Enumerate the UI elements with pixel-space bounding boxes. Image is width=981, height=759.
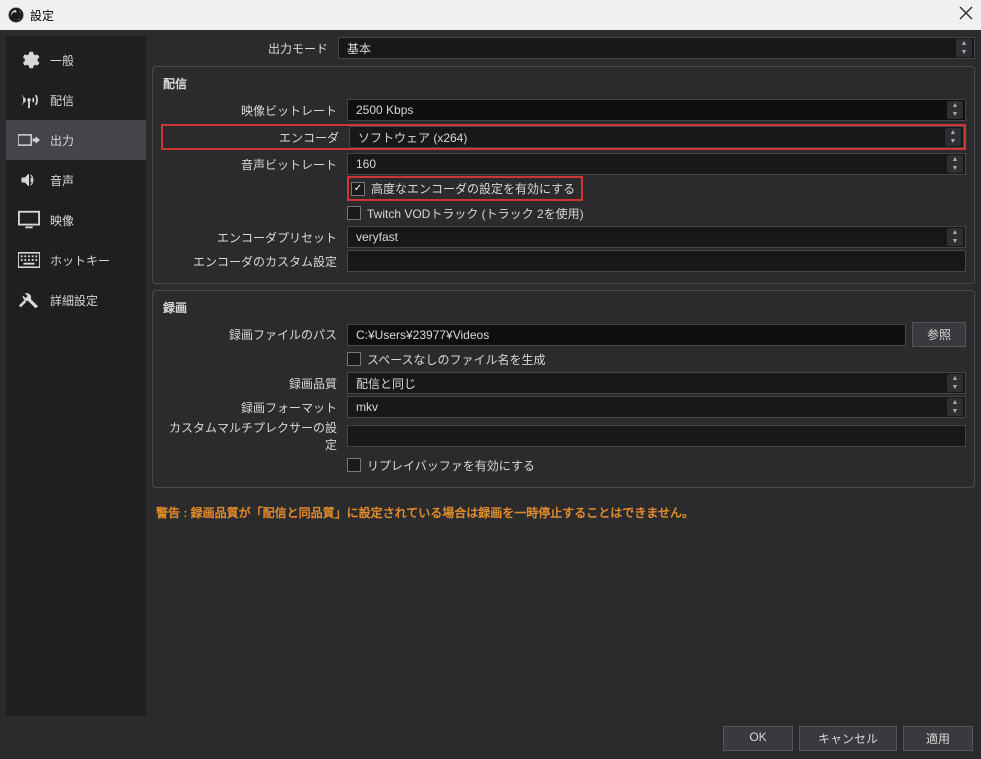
obs-logo-icon xyxy=(8,7,24,23)
browse-button[interactable]: 参照 xyxy=(912,322,966,347)
cancel-button[interactable]: キャンセル xyxy=(799,726,897,751)
sidebar-item-audio[interactable]: 音声 xyxy=(6,160,146,200)
gear-icon xyxy=(18,50,40,70)
chevron-down-icon: ▼ xyxy=(956,48,972,57)
sidebar-item-label: ホットキー xyxy=(50,252,110,269)
adv-encoder-checkbox[interactable]: 高度なエンコーダの設定を有効にする xyxy=(347,176,583,201)
checkbox-icon xyxy=(347,206,361,220)
sidebar-item-label: 配信 xyxy=(50,92,74,109)
muxer-input[interactable] xyxy=(347,425,966,447)
rec-quality-select[interactable]: 配信と同じ ▲▼ xyxy=(347,372,966,394)
rec-format-label: 録画フォーマット xyxy=(161,399,347,416)
encoder-preset-label: エンコーダプリセット xyxy=(161,229,347,246)
chevron-down-icon: ▼ xyxy=(947,110,963,119)
chevron-up-icon: ▲ xyxy=(947,101,963,110)
chevron-up-icon: ▲ xyxy=(947,155,963,164)
rec-path-label: 録画ファイルのパス xyxy=(161,326,347,343)
encoder-select[interactable]: ソフトウェア (x264) ▲▼ xyxy=(349,126,964,148)
titlebar: 設定 xyxy=(0,0,981,30)
chevron-down-icon: ▼ xyxy=(947,383,963,392)
rec-format-select[interactable]: mkv ▲▼ xyxy=(347,396,966,418)
sidebar-item-stream[interactable]: 配信 xyxy=(6,80,146,120)
nospace-checkbox[interactable]: スペースなしのファイル名を生成 xyxy=(347,351,546,368)
sidebar-item-hotkeys[interactable]: ホットキー xyxy=(6,240,146,280)
video-bitrate-input[interactable]: 2500 Kbps ▲▼ xyxy=(347,99,966,121)
speaker-icon xyxy=(18,170,40,190)
streaming-section: 配信 映像ビットレート 2500 Kbps ▲▼ エンコーダ ソフトウェア (x… xyxy=(152,66,975,284)
sidebar-item-advanced[interactable]: 詳細設定 xyxy=(6,280,146,320)
checkbox-icon xyxy=(351,182,365,196)
output-icon xyxy=(18,130,40,150)
checkbox-icon xyxy=(347,352,361,366)
window-title: 設定 xyxy=(30,7,54,24)
chevron-down-icon: ▼ xyxy=(945,137,961,146)
recording-section-title: 録画 xyxy=(161,297,966,322)
tools-icon xyxy=(18,290,40,310)
streaming-section-title: 配信 xyxy=(161,73,966,98)
chevron-up-icon: ▲ xyxy=(956,39,972,48)
broadcast-icon xyxy=(18,90,40,110)
sidebar-item-video[interactable]: 映像 xyxy=(6,200,146,240)
sidebar-item-label: 音声 xyxy=(50,172,74,189)
rec-quality-label: 録画品質 xyxy=(161,375,347,392)
encoder-label: エンコーダ xyxy=(163,129,349,146)
chevron-down-icon: ▼ xyxy=(947,407,963,416)
checkbox-icon xyxy=(347,458,361,472)
recording-section: 録画 録画ファイルのパス C:¥Users¥23977¥Videos 参照 スペ… xyxy=(152,290,975,488)
button-bar: OK キャンセル 適用 xyxy=(0,722,981,759)
output-mode-label: 出力モード xyxy=(152,40,338,57)
audio-bitrate-label: 音声ビットレート xyxy=(161,156,347,173)
content-panel: 出力モード 基本 ▲▼ 配信 映像ビットレート 2500 Kbps ▲▼ xyxy=(152,36,975,716)
sidebar-item-label: 映像 xyxy=(50,212,74,229)
monitor-icon xyxy=(18,210,40,230)
rec-path-input[interactable]: C:¥Users¥23977¥Videos xyxy=(347,324,906,346)
sidebar-item-label: 出力 xyxy=(50,132,74,149)
chevron-up-icon: ▲ xyxy=(947,228,963,237)
sidebar-item-label: 一般 xyxy=(50,52,74,69)
chevron-up-icon: ▲ xyxy=(947,398,963,407)
replay-buffer-checkbox[interactable]: リプレイバッファを有効にする xyxy=(347,457,535,474)
video-bitrate-label: 映像ビットレート xyxy=(161,102,347,119)
output-mode-select[interactable]: 基本 ▲▼ xyxy=(338,37,975,59)
chevron-down-icon: ▼ xyxy=(947,237,963,246)
keyboard-icon xyxy=(18,250,40,270)
apply-button[interactable]: 適用 xyxy=(903,726,973,751)
sidebar-item-output[interactable]: 出力 xyxy=(6,120,146,160)
chevron-down-icon: ▼ xyxy=(947,164,963,173)
warning-text: 警告 : 録画品質が「配信と同品質」に設定されている場合は録画を一時停止すること… xyxy=(152,494,975,531)
encoder-custom-input[interactable] xyxy=(347,250,966,272)
twitch-vod-checkbox[interactable]: Twitch VODトラック (トラック 2を使用) xyxy=(347,205,584,222)
sidebar-item-general[interactable]: 一般 xyxy=(6,40,146,80)
chevron-up-icon: ▲ xyxy=(945,128,961,137)
encoder-custom-label: エンコーダのカスタム設定 xyxy=(161,253,347,270)
close-icon[interactable] xyxy=(959,6,973,23)
sidebar-item-label: 詳細設定 xyxy=(50,292,98,309)
ok-button[interactable]: OK xyxy=(723,726,793,751)
sidebar: 一般 配信 出力 音声 映像 ホットキー 詳細設定 xyxy=(6,36,146,716)
encoder-preset-select[interactable]: veryfast ▲▼ xyxy=(347,226,966,248)
audio-bitrate-select[interactable]: 160 ▲▼ xyxy=(347,153,966,175)
chevron-up-icon: ▲ xyxy=(947,374,963,383)
muxer-label: カスタムマルチプレクサーの設定 xyxy=(161,419,347,453)
